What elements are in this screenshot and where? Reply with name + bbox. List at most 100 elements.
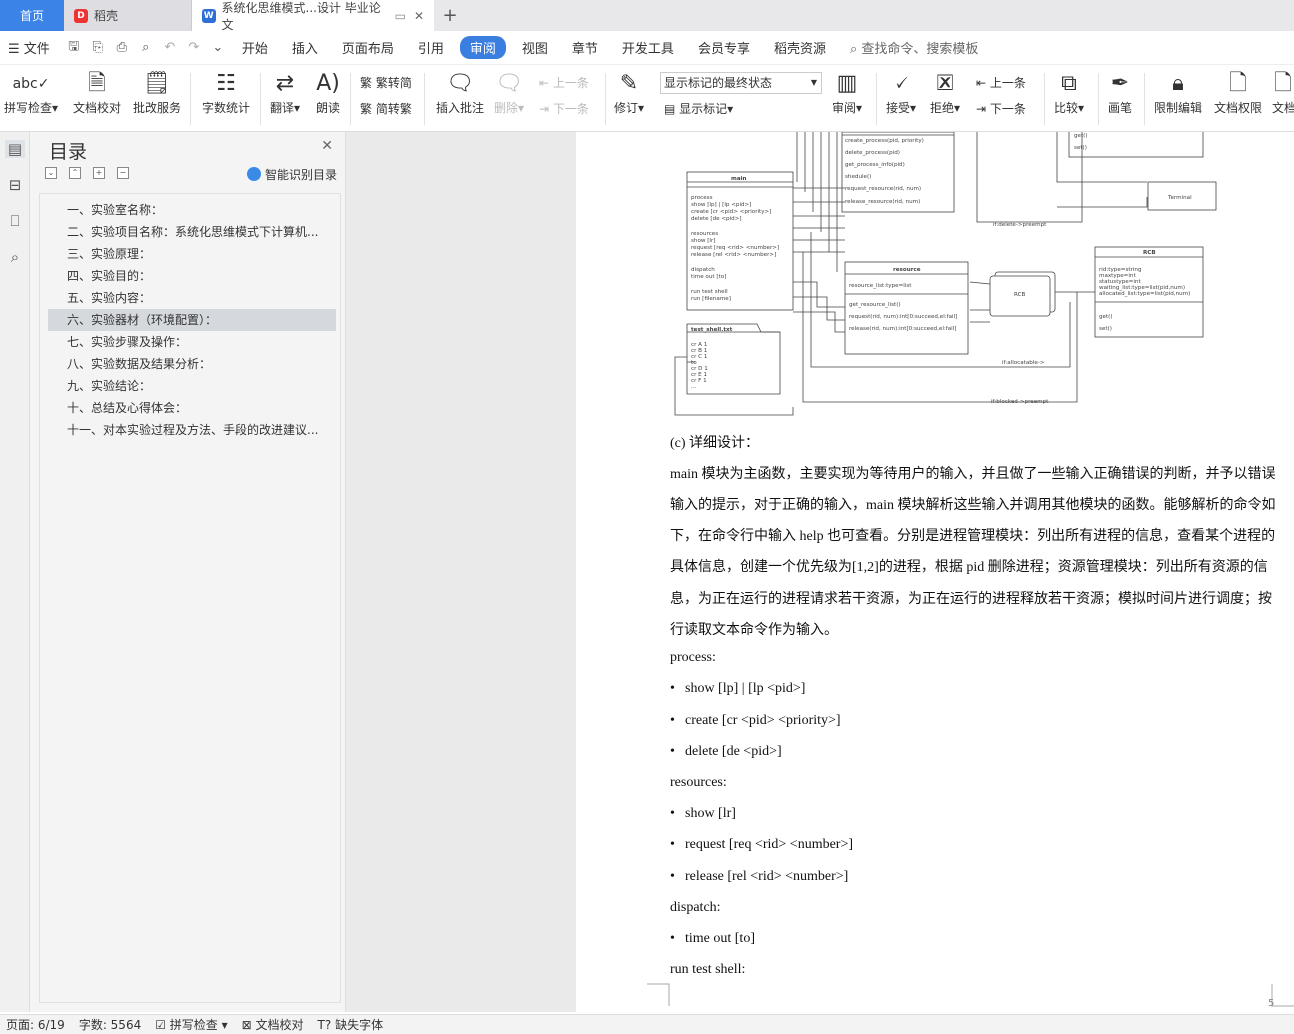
toc-item[interactable]: 二、实验项目名称：系统化思维模式下计算机...: [48, 221, 336, 243]
menu-member[interactable]: 会员专享: [686, 38, 762, 57]
main-line: show [lp] | [lp <pid>]: [691, 202, 751, 208]
translate-button[interactable]: ⇄ 翻译▾: [270, 69, 300, 116]
menu-page-layout[interactable]: 页面布局: [330, 38, 406, 57]
tab-document[interactable]: W 系统化思维模式...设计 毕业论文 ▭ ✕: [192, 0, 434, 32]
list-item: • request [req <rid> <number>]: [670, 837, 854, 852]
missing-font-status[interactable]: T? 缺失字体: [312, 1016, 384, 1033]
toc-item[interactable]: 九、实验结论：: [48, 375, 336, 397]
doc-proofread-button[interactable]: 🗎 文档校对: [73, 69, 121, 116]
outline-icon[interactable]: ⊟: [5, 176, 25, 194]
menu-start[interactable]: 开始: [230, 38, 280, 57]
tab-home[interactable]: 首页: [0, 0, 64, 31]
toc-item[interactable]: 三、实验原理：: [48, 243, 336, 265]
undo-icon[interactable]: ↶: [158, 40, 182, 55]
toc-item[interactable]: 七、实验步骤及操作：: [48, 331, 336, 353]
next-comment-button[interactable]: ⇥ 下一条: [539, 100, 589, 117]
smart-toc-button[interactable]: 智能识别目录: [246, 166, 337, 183]
expand-up-icon[interactable]: ⌃: [69, 167, 81, 179]
toc-item[interactable]: 八、实验数据及结果分析：: [48, 353, 336, 375]
rcb-attr: allocated_list:type=list(pid,num): [1099, 291, 1190, 297]
redo-icon[interactable]: ↷: [182, 40, 206, 55]
add-heading-icon[interactable]: +: [93, 167, 105, 179]
quick-access-dropdown-icon[interactable]: ⌄: [206, 40, 230, 55]
rcb-small-label: RCB: [1014, 292, 1026, 298]
toc-item[interactable]: 五、实验内容：: [48, 287, 336, 309]
remove-heading-icon[interactable]: −: [117, 167, 129, 179]
document-more-button[interactable]: 🗋 文档: [1272, 69, 1294, 116]
top-right-get: get(): [1074, 133, 1088, 139]
review-pane-button[interactable]: ▥ 审阅▾: [832, 69, 862, 116]
toc-item[interactable]: 一、实验室名称：: [48, 199, 336, 221]
toc-panel-icon[interactable]: ▤: [5, 140, 25, 158]
tab-docer[interactable]: D 稻壳: [64, 0, 192, 31]
trad-to-simp-label: 繁转简: [375, 76, 412, 90]
collapse-all-icon[interactable]: ⌄: [45, 167, 57, 179]
main-line: dispatch: [691, 267, 715, 273]
tab-pin-icon[interactable]: ▭: [395, 9, 406, 23]
lock-icon: 🔒︎: [1172, 71, 1184, 96]
review-service-icon: 🗒: [143, 71, 171, 96]
spell-check-status[interactable]: ☑ 拼写检查 ▾: [149, 1016, 227, 1033]
menu-insert[interactable]: 插入: [280, 38, 330, 57]
resource-method: get_resource_list(): [849, 302, 901, 308]
read-aloud-button[interactable]: A) 朗读: [316, 69, 340, 116]
toc-item[interactable]: 十一、对本实验过程及方法、手段的改进建议...: [48, 419, 336, 441]
document-permission-button[interactable]: 🗋 文档权限: [1214, 69, 1262, 116]
compare-button[interactable]: ⧉ 比较▾: [1054, 69, 1084, 116]
simp-to-trad-label: 简转繁: [375, 102, 412, 116]
menu-view[interactable]: 视图: [510, 38, 560, 57]
print-icon[interactable]: ⎙: [110, 40, 134, 55]
file-menu-label: 文件: [23, 42, 50, 57]
next-change-button[interactable]: ⇥ 下一条: [976, 100, 1026, 117]
show-markup-button[interactable]: ▤ 显示标记▾: [664, 100, 733, 117]
reject-button[interactable]: 🗷 拒绝▾: [930, 69, 960, 116]
spell-check-button[interactable]: abc✓ 拼写检查▾: [4, 69, 58, 116]
menu-chapter[interactable]: 章节: [560, 38, 610, 57]
ribbon-separator: [424, 73, 425, 125]
insert-comment-button[interactable]: 🗨 插入批注: [436, 69, 484, 116]
menu-references[interactable]: 引用: [406, 38, 456, 57]
print-preview-icon[interactable]: ⌕: [134, 40, 158, 55]
prev-change-button[interactable]: ⇤ 上一条: [976, 74, 1026, 91]
bookmark-icon[interactable]: ⎕: [5, 212, 25, 230]
proofread-status-icon: ⊠: [241, 1018, 256, 1032]
trad-to-simp-button[interactable]: 繁 繁转简: [360, 74, 412, 91]
body-paragraph-line: 息，为正在运行的进程请求若干资源，为正在运行的进程释放若干资源；模拟时间片进行调…: [670, 592, 1272, 607]
list-item-text: release [rel <rid> <number>]: [685, 869, 849, 884]
close-icon[interactable]: ✕: [321, 138, 333, 154]
word-count-indicator[interactable]: 字数: 5564: [73, 1016, 141, 1033]
tab-close-icon[interactable]: ✕: [414, 9, 424, 23]
menu-docer-resources[interactable]: 稻壳资源: [762, 38, 838, 57]
markup-state-select[interactable]: 显示标记的最终状态 ▼: [660, 72, 822, 94]
proofread-status[interactable]: ⊠ 文档校对: [236, 1016, 304, 1033]
toc-item[interactable]: 六、实验器材（环境配置）：: [48, 309, 336, 331]
toc-list: 一、实验室名称： 二、实验项目名称：系统化思维模式下计算机... 三、实验原理： 四、…: [39, 193, 341, 1003]
review-service-button[interactable]: 🗒 批改服务: [133, 69, 181, 116]
command-search[interactable]: ⌕ 查找命令、搜索模板: [838, 38, 990, 57]
accept-button[interactable]: 🗸 接受▾: [886, 69, 916, 116]
delete-comment-button[interactable]: 🗨 删除▾: [494, 69, 524, 116]
toc-item[interactable]: 四、实验目的：: [48, 265, 336, 287]
main-line: time out [to]: [691, 274, 726, 280]
menu-developer[interactable]: 开发工具: [610, 38, 686, 57]
word-count-button[interactable]: ☷ 字数统计: [202, 69, 250, 116]
track-changes-button[interactable]: ✎ 修订▾: [614, 69, 644, 116]
new-tab-icon[interactable]: +: [434, 0, 466, 31]
proofread-icon: 🗎: [88, 71, 106, 96]
list-item-text: show [lr]: [685, 806, 736, 821]
menu-review[interactable]: 审阅: [459, 36, 506, 59]
prev-comment-button[interactable]: ⇤ 上一条: [539, 74, 589, 91]
page-indicator[interactable]: 页面: 6/19: [0, 1016, 65, 1033]
main-line: create [cr <pid> <priority>]: [691, 209, 771, 215]
restrict-editing-button[interactable]: 🔒︎ 限制编辑: [1154, 69, 1202, 116]
export-icon[interactable]: ⎘: [86, 40, 110, 55]
ribbon-separator: [1144, 73, 1145, 125]
pen-button[interactable]: ✒ 画笔: [1108, 69, 1132, 116]
list-item: • create [cr <pid> <priority>]: [670, 713, 841, 728]
file-menu[interactable]: ☰ 文件: [0, 38, 62, 57]
toc-item[interactable]: 十、总结及心得体会：: [48, 397, 336, 419]
find-icon[interactable]: ⌕: [5, 248, 25, 266]
missing-font-label: 缺失字体: [335, 1018, 384, 1032]
save-icon[interactable]: 🖫: [62, 37, 86, 59]
simp-to-trad-button[interactable]: 繁 简转繁: [360, 100, 412, 117]
